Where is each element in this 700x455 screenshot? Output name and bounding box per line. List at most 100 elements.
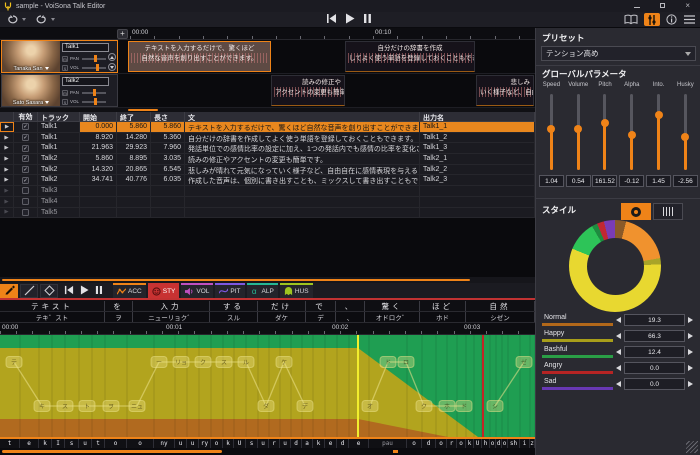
donut-view-button[interactable]	[621, 203, 651, 220]
slider-thumb[interactable]	[601, 119, 609, 127]
tab-vol[interactable]: VOL	[181, 283, 213, 298]
phoneme-cell[interactable]: k	[223, 439, 234, 448]
phoneme-cell[interactable]: o	[211, 439, 223, 448]
param-value[interactable]: 161.52	[592, 175, 617, 187]
word-cell[interactable]: ほど	[420, 301, 466, 311]
editor-pause-icon[interactable]	[95, 285, 103, 297]
table-row[interactable]: ▶✓Talk234.74140.7766.035作成した音声は、個別に書き出すこ…	[0, 175, 535, 186]
bars-view-button[interactable]	[653, 203, 683, 220]
track-name-box[interactable]: Talk2	[62, 77, 109, 86]
decrease-arrow[interactable]	[616, 333, 621, 339]
phoneme-cell[interactable]: h	[482, 439, 490, 448]
editor-skip-start-icon[interactable]	[64, 285, 74, 297]
reading-cell[interactable]: テキ゛スト	[0, 312, 105, 322]
decrease-arrow[interactable]	[616, 381, 621, 387]
style-value[interactable]: 0.0	[624, 362, 685, 374]
mute-button[interactable]: m	[62, 90, 68, 96]
param-value[interactable]: 0.54	[566, 175, 591, 187]
param-slider[interactable]	[672, 92, 699, 172]
redo-history-caret[interactable]	[51, 18, 55, 21]
phoneme-cell[interactable]: ny	[154, 439, 175, 448]
reading-cell[interactable]: ホド	[420, 312, 466, 322]
phoneme-cell[interactable]: t	[92, 439, 105, 448]
track-header[interactable]: Sato SasaraTalk2mPANsVOL	[1, 74, 118, 107]
character-avatar[interactable]: Sato Sasara	[2, 75, 60, 106]
phoneme-cell[interactable]: ry	[199, 439, 211, 448]
table-scrollbar-thumb[interactable]	[2, 279, 470, 281]
word-cell[interactable]: 自然	[466, 301, 535, 311]
style-value[interactable]: 19.3	[624, 314, 685, 326]
reading-cell[interactable]: スル	[210, 312, 258, 322]
phoneme-cell[interactable]: u	[79, 439, 92, 448]
vol-slider[interactable]	[82, 98, 106, 105]
phoneme-cell[interactable]: o	[457, 439, 466, 448]
editor-scrollbar[interactable]	[0, 448, 535, 455]
undo-history-caret[interactable]	[22, 18, 26, 21]
row-play-button[interactable]: ▶	[0, 197, 14, 207]
row-play-button[interactable]: ▶	[0, 186, 14, 196]
enabled-checkbox[interactable]: ✓	[14, 165, 38, 175]
param-slider[interactable]	[618, 92, 645, 172]
enabled-checkbox[interactable]	[14, 186, 38, 196]
phoneme-cell[interactable]: u	[187, 439, 199, 448]
style-graph[interactable]: テキストヲニューリョクスルダケデオドロクホドシゼ	[0, 335, 535, 437]
phoneme-cell[interactable]: a	[302, 439, 313, 448]
solo-button[interactable]: s	[62, 65, 68, 71]
phoneme-cell[interactable]: r	[269, 439, 280, 448]
style-value[interactable]: 0.0	[624, 378, 685, 390]
word-cell[interactable]: 入力	[133, 301, 210, 311]
vol-thumb[interactable]	[96, 64, 99, 71]
phoneme-cell[interactable]: U	[234, 439, 246, 448]
tab-hus[interactable]: HUS	[280, 283, 313, 298]
pan-slider[interactable]	[82, 55, 106, 62]
word-cell[interactable]: だけ	[258, 301, 306, 311]
timeline-scrollbar-thumb[interactable]	[128, 109, 158, 111]
tab-acc[interactable]: ACC	[113, 283, 146, 298]
word-cell[interactable]: する	[210, 301, 258, 311]
phoneme-cell[interactable]: k	[466, 439, 474, 448]
pencil-tool[interactable]	[0, 284, 18, 298]
phoneme-cell[interactable]: o	[407, 439, 422, 448]
increase-arrow[interactable]	[688, 317, 693, 323]
param-value[interactable]: 1.04	[539, 175, 564, 187]
increase-arrow[interactable]	[688, 381, 693, 387]
phoneme-cell[interactable]: sh	[508, 439, 520, 448]
tab-sty[interactable]: STY	[148, 283, 180, 298]
reading-cell[interactable]: ダケ	[258, 312, 306, 322]
phoneme-cell[interactable]: i	[520, 439, 530, 448]
vol-slider[interactable]	[82, 64, 106, 71]
editor-time-ruler[interactable]: 00:0000:0100:0200:03	[0, 323, 535, 335]
reading-cell[interactable]: オドロク゛	[365, 312, 420, 322]
param-slider[interactable]	[592, 92, 619, 172]
table-row[interactable]: ▶✓Talk121.96329.9237.960発話単位での感情比率の設定に加え…	[0, 143, 535, 154]
enabled-checkbox[interactable]: ✓	[14, 154, 38, 164]
phoneme-cell[interactable]: s	[65, 439, 79, 448]
phoneme-cell[interactable]: d	[291, 439, 302, 448]
param-slider[interactable]	[538, 92, 565, 172]
diamond-tool[interactable]	[40, 284, 58, 298]
slider-thumb[interactable]	[655, 111, 663, 119]
param-slider[interactable]	[565, 92, 592, 172]
style-value[interactable]: 12.4	[624, 346, 685, 358]
enabled-checkbox[interactable]: ✓	[14, 133, 38, 143]
tuning-sliders-icon[interactable]	[644, 13, 660, 26]
mute-button[interactable]: m	[62, 56, 68, 62]
phoneme-cell[interactable]: o	[436, 439, 447, 448]
word-cell[interactable]: 、	[336, 301, 365, 311]
enabled-checkbox[interactable]: ✓	[14, 143, 38, 153]
enabled-checkbox[interactable]	[14, 208, 38, 218]
track-up-button[interactable]	[108, 53, 116, 61]
track-name-box[interactable]: Talk1	[62, 43, 109, 52]
phoneme-cell[interactable]: I	[52, 439, 65, 448]
table-row[interactable]: ▶Talk4	[0, 197, 535, 208]
editor-play-icon[interactable]	[80, 285, 89, 297]
phoneme-cell[interactable]: r	[447, 439, 457, 448]
info-icon[interactable]	[665, 14, 678, 26]
slider-thumb[interactable]	[681, 133, 689, 141]
increase-arrow[interactable]	[688, 365, 693, 371]
phoneme-cell[interactable]: d	[337, 439, 349, 448]
skip-start-icon[interactable]	[326, 13, 337, 26]
param-value[interactable]: -0.12	[619, 175, 644, 187]
phoneme-cell[interactable]: k	[39, 439, 52, 448]
pan-thumb[interactable]	[93, 89, 96, 96]
